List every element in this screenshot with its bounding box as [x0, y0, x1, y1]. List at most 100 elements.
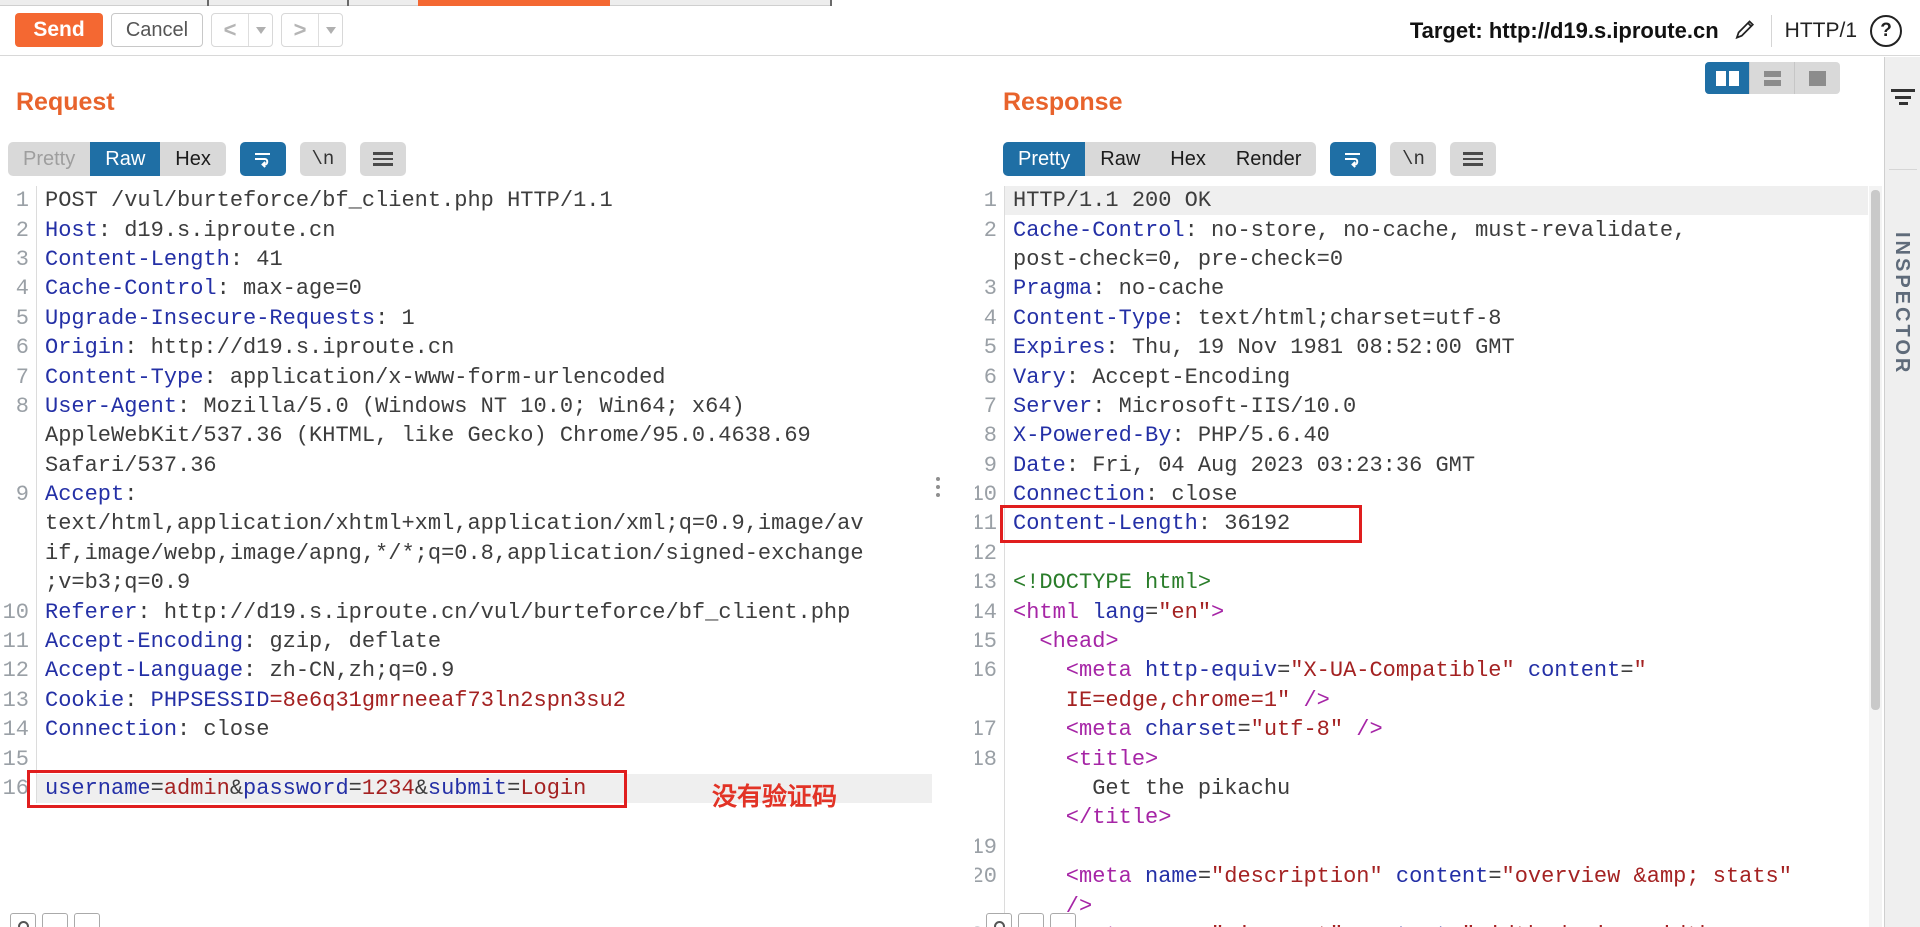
- code-line: 8X-Powered-By: PHP/5.6.40: [975, 421, 1868, 450]
- help-icon[interactable]: ?: [1870, 15, 1902, 47]
- code-line: 14<html lang="en">: [975, 597, 1868, 626]
- code-line: 4Cache-Control: max-age=0: [0, 274, 932, 303]
- hamburger-menu-icon: [373, 149, 393, 169]
- code-line: 3Content-Length: 41: [0, 245, 932, 274]
- target-label: Target: http://d19.s.iproute.cn: [1410, 18, 1719, 44]
- code-line-content: [1005, 833, 1868, 862]
- request-wrap-toggle-button[interactable]: [240, 142, 286, 176]
- line-number: [975, 774, 1005, 803]
- layout-rows-button[interactable]: [1750, 62, 1795, 94]
- request-editor[interactable]: 1POST /vul/burteforce/bf_client.php HTTP…: [0, 186, 932, 927]
- search-option-button[interactable]: [1050, 913, 1076, 927]
- line-number: [975, 245, 1005, 274]
- inspector-panel[interactable]: INSPECTOR: [1884, 57, 1920, 927]
- code-line-content: Safari/537.36: [37, 451, 932, 480]
- response-wrap-toggle-button[interactable]: [1330, 142, 1376, 176]
- forward-button[interactable]: >: [282, 14, 318, 46]
- code-line-content: Referer: http://d19.s.iproute.cn/vul/bur…: [37, 597, 932, 626]
- code-line: 3Pragma: no-cache: [975, 274, 1868, 303]
- response-search-bar-cutoff: [986, 913, 1076, 927]
- line-number: 7: [975, 392, 1005, 421]
- code-line: 5Expires: Thu, 19 Nov 1981 08:52:00 GMT: [975, 333, 1868, 362]
- code-line: 17 <meta charset="utf-8" />: [975, 715, 1868, 744]
- line-number: [0, 539, 37, 568]
- code-line: 21 <meta name="viewport" content="width=…: [975, 921, 1868, 927]
- line-number: 4: [0, 274, 37, 303]
- panel-splitter-handle[interactable]: [935, 477, 941, 501]
- tab-hex[interactable]: Hex: [160, 142, 226, 176]
- layout-single-button[interactable]: [1795, 62, 1840, 94]
- forward-dropdown-button[interactable]: [318, 14, 342, 46]
- search-option-button[interactable]: [42, 913, 68, 927]
- toolbar-right: Target: http://d19.s.iproute.cn HTTP/1 ?: [1410, 13, 1902, 49]
- code-line-content: Expires: Thu, 19 Nov 1981 08:52:00 GMT: [1005, 333, 1868, 362]
- code-line-content: <title>: [1005, 744, 1868, 773]
- search-icon[interactable]: [10, 913, 36, 927]
- response-editor[interactable]: 1HTTP/1.1 200 OK2Cache-Control: no-store…: [975, 186, 1868, 927]
- line-number: 16: [0, 774, 37, 803]
- tab-raw[interactable]: Raw: [90, 142, 160, 176]
- tab-pretty[interactable]: Pretty: [8, 142, 90, 176]
- code-line-content: if,image/webp,image/apng,*/*;q=0.8,appli…: [37, 539, 932, 568]
- send-button[interactable]: Send: [15, 13, 103, 47]
- search-option-button[interactable]: [1018, 913, 1044, 927]
- code-line: 1POST /vul/burteforce/bf_client.php HTTP…: [0, 186, 932, 215]
- request-search-bar-cutoff: [10, 913, 100, 927]
- code-line: 14Connection: close: [0, 715, 932, 744]
- tab-raw[interactable]: Raw: [1085, 142, 1155, 176]
- tab-hex[interactable]: Hex: [1155, 142, 1221, 176]
- code-line: 9Accept:: [0, 480, 932, 509]
- code-line-content: User-Agent: Mozilla/5.0 (Windows NT 10.0…: [37, 392, 932, 421]
- back-dropdown-button[interactable]: [248, 14, 272, 46]
- code-line: 18 <title>: [975, 744, 1868, 773]
- line-number: 9: [975, 451, 1005, 480]
- line-number: 6: [975, 362, 1005, 391]
- code-line-content: Accept-Language: zh-CN,zh;q=0.9: [37, 656, 932, 685]
- request-newline-toggle-button[interactable]: \n: [300, 142, 346, 176]
- line-number: 15: [0, 744, 37, 773]
- line-number: [0, 568, 37, 597]
- inspector-divider: [1889, 169, 1917, 170]
- filter-icon[interactable]: [1891, 89, 1915, 109]
- code-line: 1HTTP/1.1 200 OK: [975, 186, 1868, 215]
- line-number: 13: [0, 686, 37, 715]
- line-number: [975, 803, 1005, 832]
- line-number: [0, 421, 37, 450]
- word-wrap-icon: [252, 150, 274, 168]
- line-number: 13: [975, 568, 1005, 597]
- code-line-content: Accept-Encoding: gzip, deflate: [37, 627, 932, 656]
- code-line: 2Host: d19.s.iproute.cn: [0, 215, 932, 244]
- edit-target-button[interactable]: [1732, 16, 1758, 47]
- back-button[interactable]: <: [212, 14, 248, 46]
- code-line-content: Content-Type: text/html;charset=utf-8: [1005, 304, 1868, 333]
- response-newline-toggle-button[interactable]: \n: [1390, 142, 1436, 176]
- annotation-no-captcha: 没有验证码: [712, 777, 837, 813]
- line-number: 3: [975, 274, 1005, 303]
- code-line: if,image/webp,image/apng,*/*;q=0.8,appli…: [0, 539, 932, 568]
- search-icon[interactable]: [986, 913, 1012, 927]
- response-view-tabs: PrettyRawHexRender: [1003, 142, 1316, 176]
- http-version-label: HTTP/1: [1785, 19, 1857, 43]
- request-view-tabs: PrettyRawHex: [8, 142, 226, 176]
- cancel-button[interactable]: Cancel: [111, 13, 203, 47]
- response-menu-button[interactable]: [1450, 142, 1496, 176]
- code-line: 7Content-Type: application/x-www-form-ur…: [0, 362, 932, 391]
- code-line: 7Server: Microsoft-IIS/10.0: [975, 392, 1868, 421]
- layout-columns-icon: [1716, 71, 1726, 86]
- layout-columns-button[interactable]: [1705, 62, 1750, 94]
- newline-icon: \n: [1402, 148, 1425, 170]
- tab-render[interactable]: Render: [1221, 142, 1317, 176]
- request-menu-button[interactable]: [360, 142, 406, 176]
- layout-single-icon: [1809, 71, 1826, 86]
- caret-down-icon: [256, 27, 266, 34]
- line-number: 10: [0, 597, 37, 626]
- newline-icon: \n: [311, 148, 334, 170]
- search-option-button[interactable]: [74, 913, 100, 927]
- scrollbar-thumb[interactable]: [1871, 190, 1880, 710]
- response-scrollbar[interactable]: [1869, 186, 1882, 927]
- code-line: 6Origin: http://d19.s.iproute.cn: [0, 333, 932, 362]
- line-number: 5: [0, 304, 37, 333]
- tab-pretty[interactable]: Pretty: [1003, 142, 1085, 176]
- line-number: [975, 686, 1005, 715]
- code-line: 8User-Agent: Mozilla/5.0 (Windows NT 10.…: [0, 392, 932, 421]
